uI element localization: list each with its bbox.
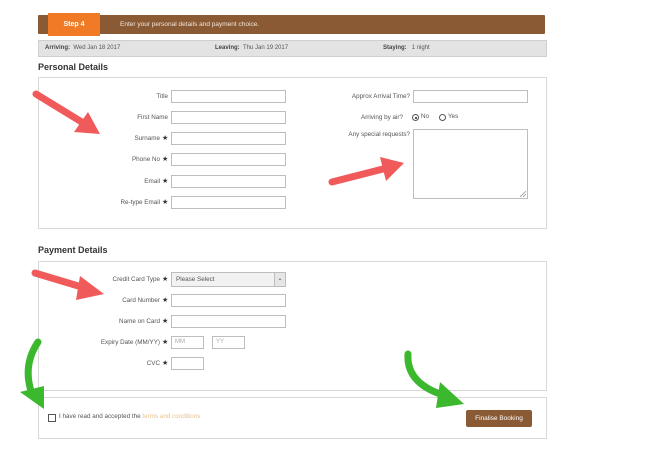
expiry-month-input[interactable]: MM bbox=[171, 336, 204, 349]
name-on-card-label: Name on Card bbox=[119, 318, 160, 325]
step-bar bbox=[38, 15, 545, 34]
card-type-selected-value: Please Select bbox=[176, 276, 215, 283]
title-input[interactable] bbox=[171, 90, 286, 103]
terms-text: I have read and accepted the terms and c… bbox=[59, 413, 200, 420]
arriving-value: Wed Jan 18 2017 bbox=[73, 45, 121, 51]
air-no-radio[interactable] bbox=[412, 114, 419, 121]
air-no-label: No bbox=[421, 113, 430, 120]
air-yes-label: Yes bbox=[448, 113, 459, 120]
leaving-label: Leaving: bbox=[215, 45, 240, 51]
green-arrow-icon bbox=[20, 338, 44, 409]
name-on-card-input[interactable] bbox=[171, 315, 286, 328]
required-star-icon: ★ bbox=[162, 135, 169, 142]
step-tab: Step 4 bbox=[48, 13, 100, 36]
card-type-select[interactable]: Please Select ⌄ bbox=[171, 272, 286, 287]
email-label: Email bbox=[144, 178, 160, 185]
phone-label: Phone No bbox=[131, 156, 160, 163]
required-star-icon: ★ bbox=[162, 318, 169, 325]
terms-link[interactable]: terms and conditions bbox=[142, 413, 200, 420]
red-arrow-icon bbox=[32, 90, 100, 134]
required-star-icon: ★ bbox=[162, 360, 169, 367]
card-number-input[interactable] bbox=[171, 294, 286, 307]
required-star-icon: ★ bbox=[162, 199, 169, 206]
cvc-label: CVC bbox=[146, 360, 160, 367]
leaving-value: Thu Jan 19 2017 bbox=[243, 45, 289, 51]
email-input[interactable] bbox=[171, 175, 286, 188]
red-arrow-icon bbox=[31, 269, 104, 300]
arrival-time-input[interactable] bbox=[413, 90, 528, 103]
staying-value: 1 night bbox=[411, 45, 430, 51]
chevron-down-icon[interactable]: ⌄ bbox=[274, 273, 285, 286]
green-arrow-icon bbox=[404, 350, 464, 408]
arriving-label: Arriving: bbox=[45, 45, 71, 51]
required-star-icon: ★ bbox=[162, 339, 169, 346]
air-yes-radio[interactable] bbox=[439, 114, 446, 121]
phone-input[interactable] bbox=[171, 153, 286, 166]
required-star-icon: ★ bbox=[162, 156, 169, 163]
payment-details-heading: Payment Details bbox=[38, 245, 108, 255]
terms-checkbox[interactable] bbox=[48, 414, 56, 422]
first-name-input[interactable] bbox=[171, 111, 286, 124]
arrival-time-label: Approx Arrival Time? bbox=[351, 93, 410, 100]
expiry-label: Expiry Date (MM/YY) bbox=[100, 339, 160, 346]
expiry-year-input[interactable]: YY bbox=[212, 336, 245, 349]
required-star-icon: ★ bbox=[162, 297, 169, 304]
terms-prefix: I have read and accepted the bbox=[59, 413, 141, 420]
arriving-by-air-label: Arriving by air? bbox=[361, 114, 403, 121]
step-instruction: Enter your personal details and payment … bbox=[120, 21, 260, 28]
required-star-icon: ★ bbox=[162, 276, 169, 283]
red-arrow-icon bbox=[328, 157, 404, 186]
surname-input[interactable] bbox=[171, 132, 286, 145]
special-requests-textarea[interactable] bbox=[413, 129, 528, 199]
retype-email-label: Re-type Email bbox=[120, 199, 160, 206]
special-requests-label: Any special requests? bbox=[348, 131, 410, 138]
resize-handle-icon[interactable] bbox=[520, 191, 526, 197]
personal-details-heading: Personal Details bbox=[38, 62, 109, 72]
retype-email-input[interactable] bbox=[171, 196, 286, 209]
cvc-input[interactable] bbox=[171, 357, 204, 370]
staying-label: Staying: bbox=[383, 45, 407, 51]
stay-summary: Arriving: Wed Jan 18 2017 Leaving: Thu J… bbox=[38, 40, 547, 57]
finalise-booking-button[interactable]: Finalise Booking bbox=[466, 410, 532, 427]
required-star-icon: ★ bbox=[162, 178, 169, 185]
